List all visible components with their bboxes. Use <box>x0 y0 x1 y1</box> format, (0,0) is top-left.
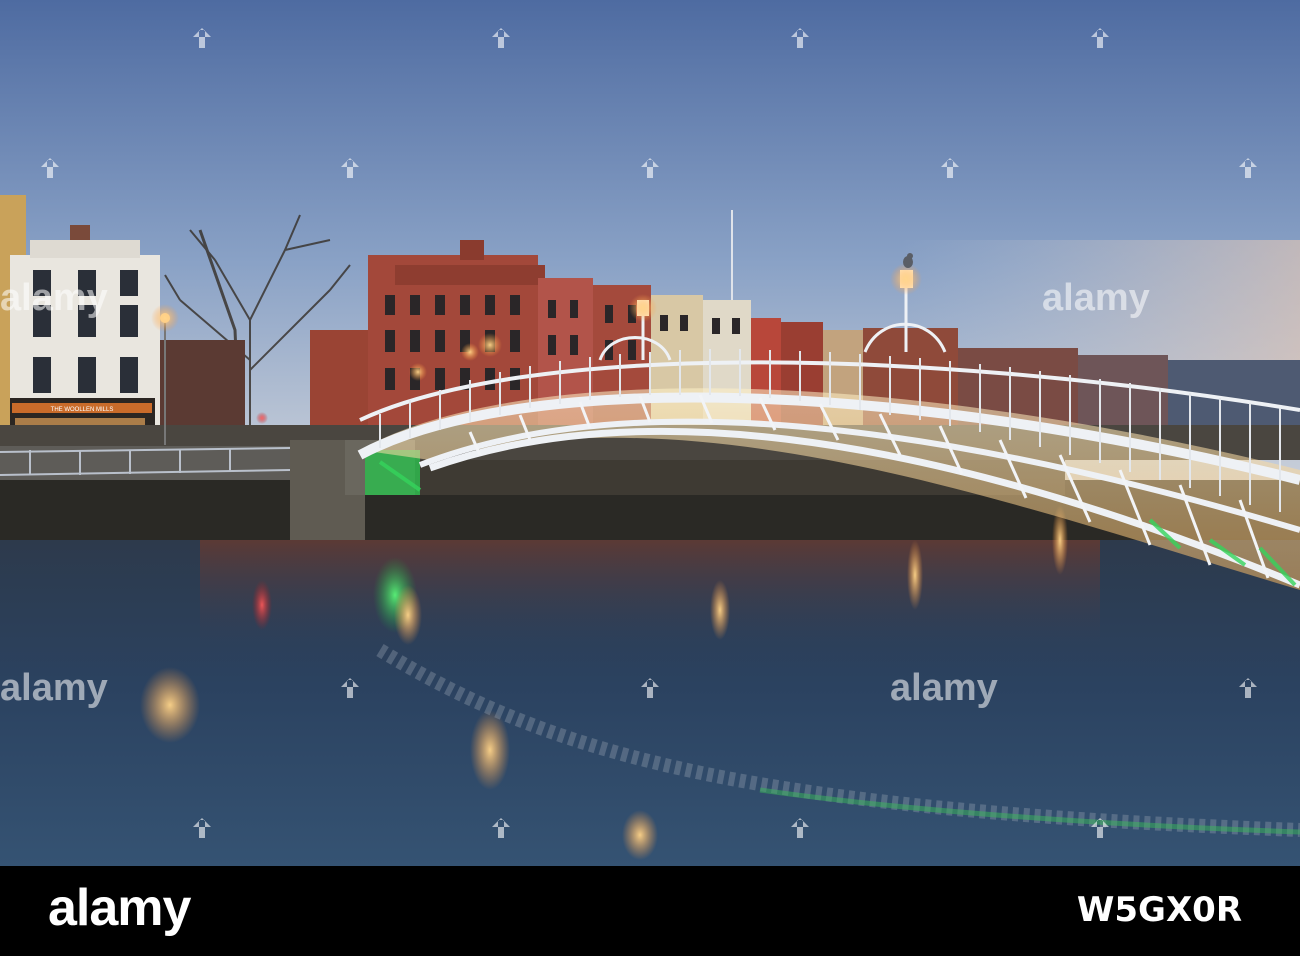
stock-photo-page: THE WOOLLEN MILLS alamy alamy alamy alam… <box>0 0 1300 956</box>
photo: THE WOOLLEN MILLS alamy alamy alamy alam… <box>0 0 1300 866</box>
image-id: W5GX0R <box>1076 890 1242 930</box>
alamy-logo[interactable]: alamy <box>48 878 191 938</box>
watermark: alamy <box>890 667 998 709</box>
watermark: alamy <box>0 277 108 319</box>
watermark: alamy <box>1042 277 1150 319</box>
shop-sign: THE WOOLLEN MILLS <box>51 407 114 413</box>
watermark: alamy <box>0 667 108 709</box>
